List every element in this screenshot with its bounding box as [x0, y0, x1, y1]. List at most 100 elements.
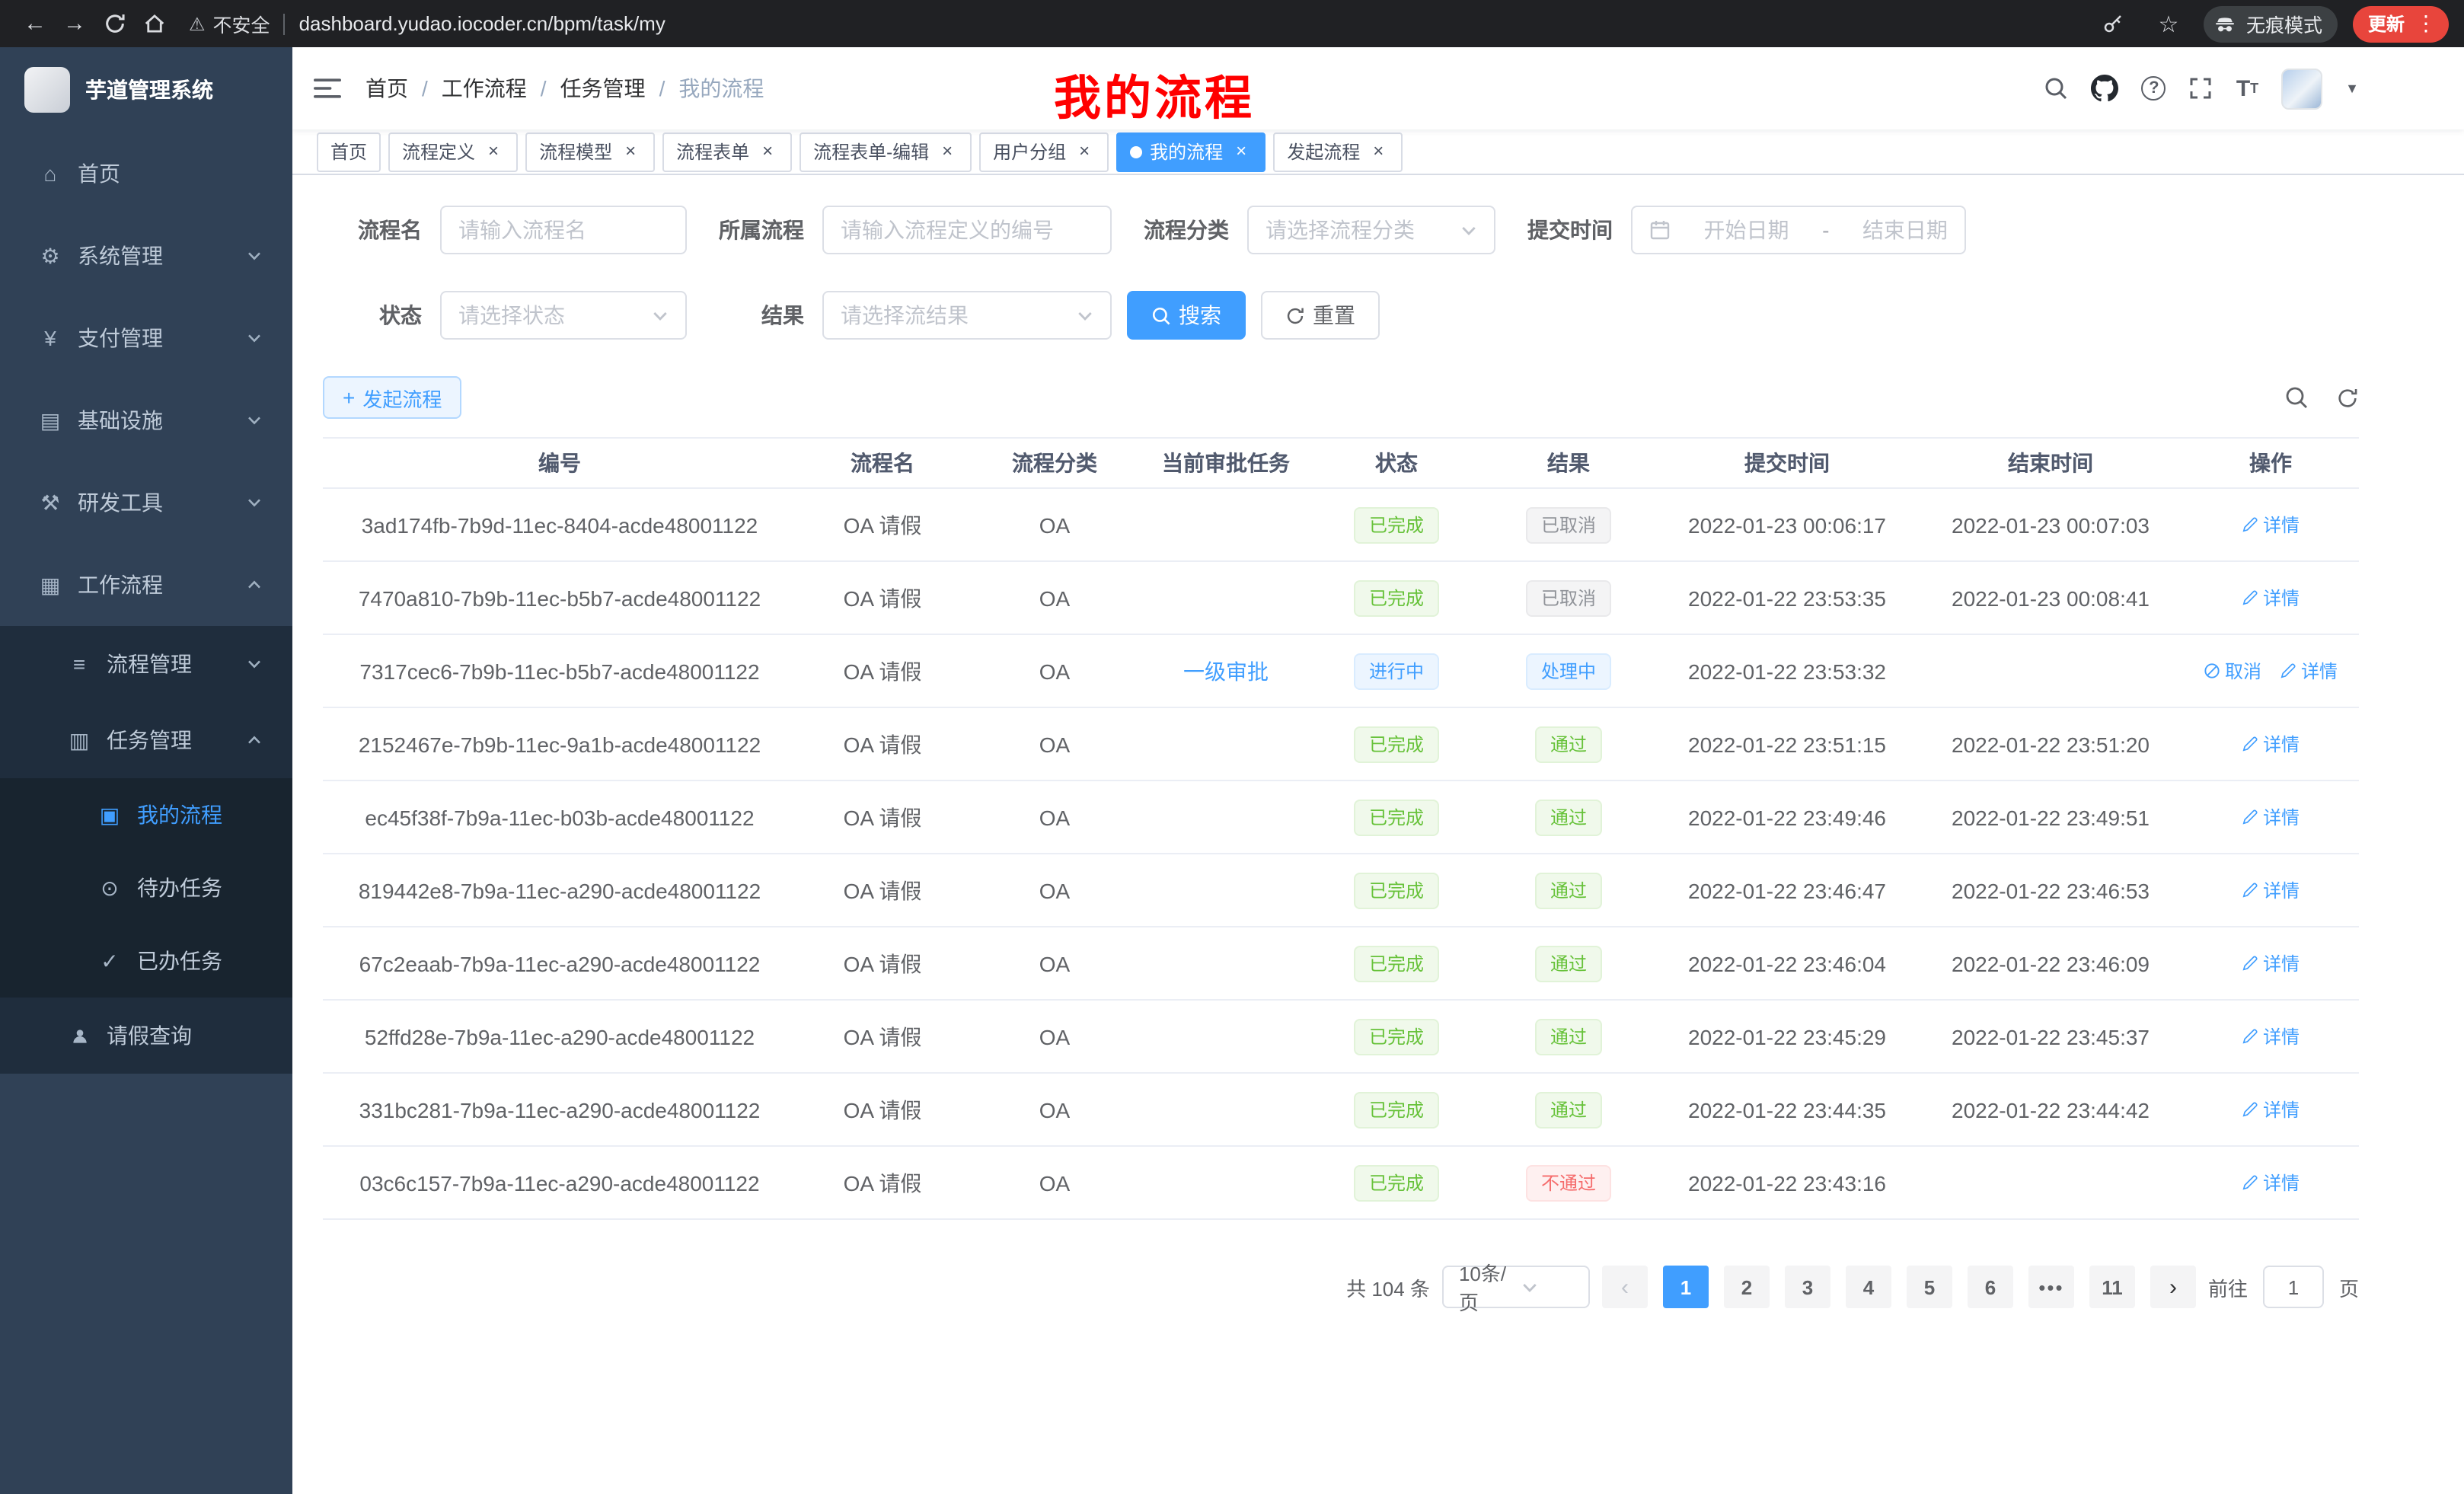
close-icon[interactable]: × [1368, 141, 1389, 162]
sidebar-item[interactable]: ⚙系统管理 [0, 215, 292, 297]
process-name-field[interactable] [458, 218, 669, 242]
sidebar-item[interactable]: ⊙待办任务 [0, 851, 292, 924]
address-bar[interactable]: ⚠ 不安全 dashboard.yudao.iocoder.cn/bpm/tas… [189, 9, 2079, 38]
chevron-down-icon [247, 495, 262, 510]
detail-button[interactable]: 详情 [2242, 731, 2300, 757]
menu-dots-icon[interactable]: ⋮ [2412, 11, 2440, 37]
view-tab[interactable]: 我的流程× [1116, 132, 1266, 171]
goto-page-input[interactable] [2263, 1266, 2324, 1308]
detail-button[interactable]: 详情 [2242, 1023, 2300, 1049]
caret-down-icon[interactable]: ▼ [2345, 81, 2359, 96]
reload-icon[interactable] [94, 4, 134, 43]
page-button[interactable]: 5 [1907, 1266, 1952, 1308]
view-tab[interactable]: 首页 [317, 132, 381, 171]
page-size-select[interactable]: 10条/页 [1442, 1266, 1590, 1308]
row-category: OA [969, 561, 1141, 634]
sidebar-item[interactable]: ⌂首页 [0, 132, 292, 215]
close-icon[interactable]: × [937, 141, 958, 162]
row-task [1141, 1146, 1311, 1219]
view-tab[interactable]: 流程表单× [662, 132, 792, 171]
refresh-icon[interactable] [2336, 386, 2359, 409]
cancel-button[interactable]: 取消 [2204, 658, 2261, 684]
view-tab[interactable]: 发起流程× [1273, 132, 1403, 171]
avatar[interactable] [2281, 68, 2322, 109]
category-select[interactable] [1247, 206, 1495, 254]
start-process-button[interactable]: + 发起流程 [323, 376, 461, 419]
logo[interactable]: 芋道管理系统 [0, 47, 292, 132]
sidebar-item[interactable]: 请假查询 [0, 998, 292, 1074]
detail-button[interactable]: 详情 [2242, 512, 2300, 538]
view-tab[interactable]: 流程模型× [525, 132, 655, 171]
process-def-input[interactable] [822, 206, 1112, 254]
process-def-field[interactable] [841, 218, 1093, 242]
detail-button[interactable]: 详情 [2242, 585, 2300, 611]
detail-button[interactable]: 详情 [2242, 877, 2300, 903]
incognito-badge[interactable]: 无痕模式 [2204, 5, 2338, 42]
close-icon[interactable]: × [1074, 141, 1095, 162]
breadcrumb-item[interactable]: 任务管理 [560, 73, 646, 104]
forward-icon[interactable]: → [55, 4, 94, 43]
page-button[interactable]: 4 [1846, 1266, 1891, 1308]
close-icon[interactable]: × [757, 141, 778, 162]
close-icon[interactable]: × [620, 141, 641, 162]
breadcrumb-separator: / [422, 76, 428, 101]
view-tab[interactable]: 用户分组× [979, 132, 1109, 171]
next-page-button[interactable]: › [2150, 1266, 2196, 1308]
submit-time-range[interactable]: 开始日期 - 结束日期 [1631, 206, 1966, 254]
sidebar-item[interactable]: ▣我的流程 [0, 778, 292, 851]
result-select[interactable] [822, 291, 1112, 340]
prev-page-button[interactable]: ‹ [1602, 1266, 1648, 1308]
page-button[interactable]: 2 [1724, 1266, 1770, 1308]
task-link[interactable]: 一级审批 [1183, 659, 1269, 683]
search-button[interactable]: 搜索 [1127, 291, 1246, 340]
page-button[interactable]: 6 [1968, 1266, 2013, 1308]
help-icon[interactable]: ? [2142, 76, 2166, 101]
detail-button[interactable]: 详情 [2242, 1097, 2300, 1122]
sidebar-item[interactable]: ✓已办任务 [0, 924, 292, 998]
detail-button[interactable]: 详情 [2242, 950, 2300, 976]
github-icon[interactable] [2092, 75, 2119, 102]
end-date-placeholder[interactable]: 结束日期 [1862, 215, 1948, 245]
bookmark-star-icon[interactable]: ☆ [2149, 4, 2188, 43]
result-field[interactable] [841, 303, 1068, 327]
detail-button[interactable]: 详情 [2280, 658, 2338, 684]
edit-icon [2242, 955, 2258, 972]
status-badge: 已完成 [1354, 1091, 1439, 1128]
start-date-placeholder[interactable]: 开始日期 [1704, 215, 1789, 245]
row-result: 不通过 [1482, 1146, 1655, 1219]
breadcrumb-item[interactable]: 首页 [365, 73, 408, 104]
page-button[interactable]: 1 [1663, 1266, 1709, 1308]
sidebar-item[interactable]: ▤基础设施 [0, 379, 292, 461]
detail-button[interactable]: 详情 [2242, 1170, 2300, 1196]
status-field[interactable] [458, 303, 643, 327]
page-button[interactable]: 3 [1785, 1266, 1830, 1308]
more-pages-button[interactable]: ••• [2028, 1266, 2074, 1308]
back-icon[interactable]: ← [15, 4, 55, 43]
update-button[interactable]: 更新 ⋮ [2353, 5, 2449, 42]
home-icon[interactable] [134, 4, 174, 43]
status-select[interactable] [440, 291, 687, 340]
sidebar-item[interactable]: ⚒研发工具 [0, 461, 292, 544]
main-area: 首页/工作流程/任务管理/我的流程 ? TT ▼ [292, 47, 2464, 1494]
font-size-icon[interactable]: TT [2236, 75, 2258, 101]
sidebar-item[interactable]: ▦工作流程 [0, 544, 292, 626]
search-toggle-icon[interactable] [2284, 385, 2309, 410]
fullscreen-icon[interactable] [2189, 76, 2213, 101]
view-tab[interactable]: 流程表单-编辑× [800, 132, 972, 171]
detail-button[interactable]: 详情 [2242, 804, 2300, 830]
reset-button[interactable]: 重置 [1261, 291, 1380, 340]
hamburger-icon[interactable] [314, 76, 341, 101]
sidebar-item[interactable]: ¥支付管理 [0, 297, 292, 379]
password-key-icon[interactable] [2094, 4, 2134, 43]
sidebar-item[interactable]: ▥任务管理 [0, 702, 292, 778]
sidebar-item[interactable]: ≡流程管理 [0, 626, 292, 702]
search-icon[interactable] [2044, 76, 2069, 101]
breadcrumb-item[interactable]: 工作流程 [442, 73, 527, 104]
page-button[interactable]: 11 [2089, 1266, 2135, 1308]
close-icon[interactable]: × [1230, 141, 1252, 162]
view-tab[interactable]: 流程定义× [388, 132, 518, 171]
close-icon[interactable]: × [483, 141, 504, 162]
process-name-input[interactable] [440, 206, 687, 254]
row-actions: 详情 [2182, 1146, 2359, 1219]
category-field[interactable] [1266, 218, 1451, 242]
